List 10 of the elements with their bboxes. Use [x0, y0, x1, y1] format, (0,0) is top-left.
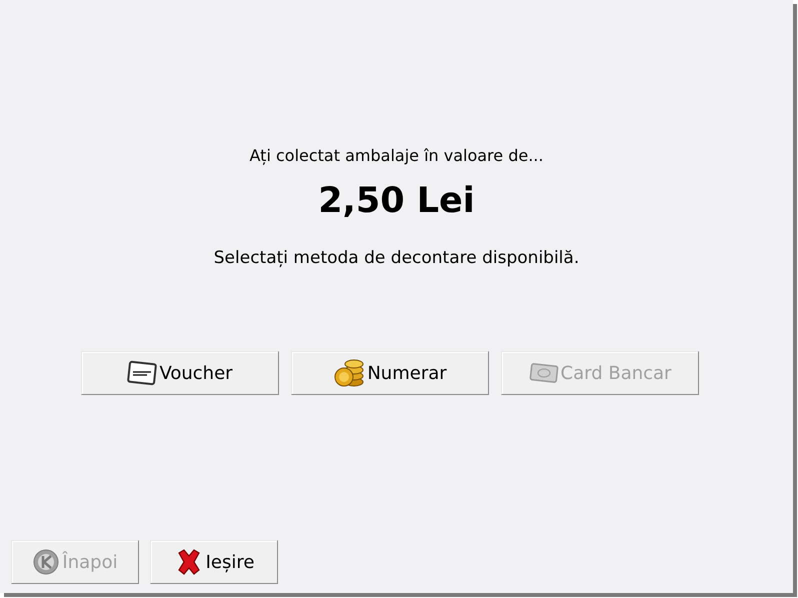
card-icon — [528, 361, 559, 386]
coins-icon — [333, 358, 366, 388]
amount-text: 2,50 Lei — [318, 180, 475, 223]
voucher-icon — [127, 360, 158, 386]
exit-button[interactable]: Ieșire — [150, 540, 278, 584]
payment-method-button[interactable]: Voucher — [81, 351, 279, 396]
instruction-text: Selectați metoda de decontare disponibilă. — [214, 246, 580, 270]
payment-method-button[interactable]: Numerar — [291, 351, 489, 396]
back-icon — [32, 548, 60, 576]
intro-text: Ați colectat ambalaje în valoare de... — [250, 145, 544, 167]
